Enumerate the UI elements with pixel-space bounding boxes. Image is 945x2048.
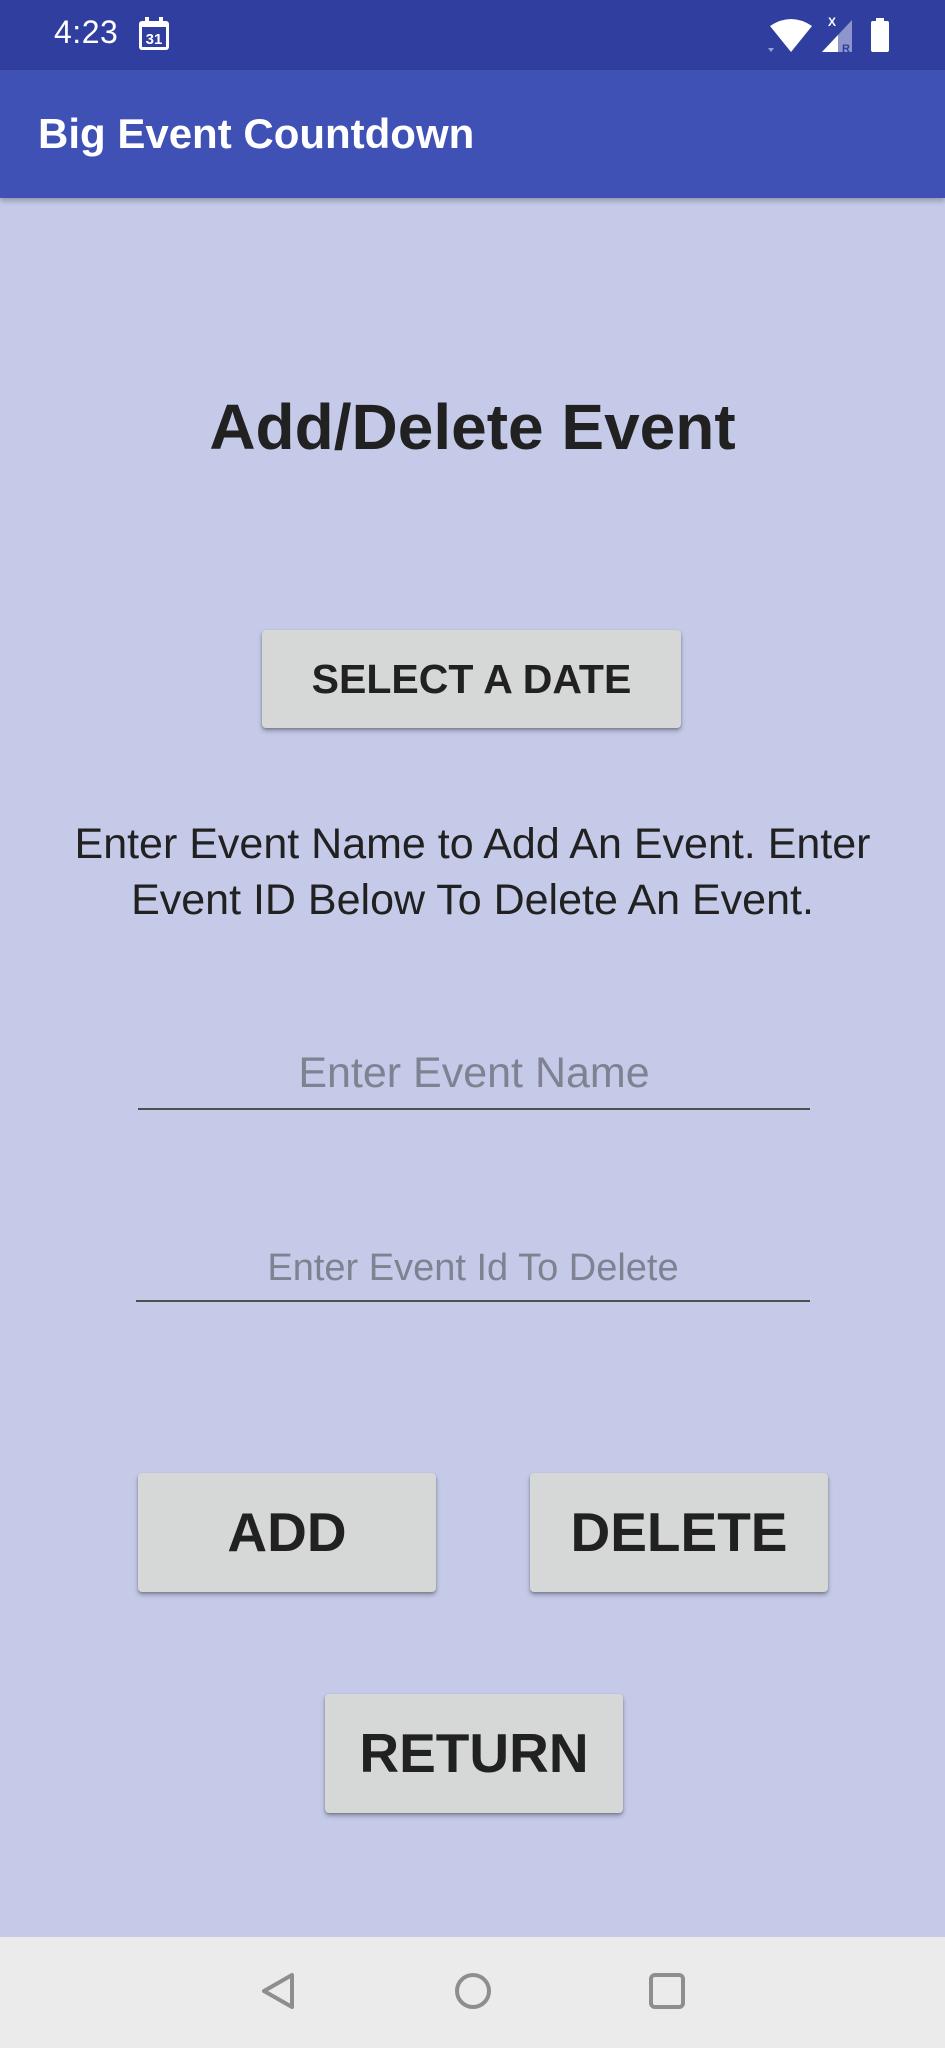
navigation-bar: [0, 1937, 945, 2048]
calendar-day: 31: [146, 31, 163, 48]
app-bar: Big Event Countdown: [0, 70, 945, 198]
status-time: 4:23: [54, 14, 119, 50]
return-button[interactable]: RETURN: [325, 1694, 623, 1813]
signal-badge-x: X: [828, 15, 836, 29]
back-icon[interactable]: [250, 1961, 310, 2021]
calendar-icon: 31: [139, 17, 169, 50]
wifi-icon: [768, 19, 812, 52]
signal-badge-r: R: [842, 43, 850, 54]
signal-icon: X R: [822, 15, 852, 54]
battery-icon: [871, 18, 889, 52]
add-button[interactable]: ADD: [138, 1473, 436, 1592]
recents-icon[interactable]: [637, 1961, 697, 2021]
app-title: Big Event Countdown: [38, 110, 475, 157]
page-title: Add/Delete Event: [209, 391, 736, 463]
select-date-button[interactable]: SELECT A DATE: [262, 630, 681, 728]
event-id-field[interactable]: [136, 1236, 810, 1302]
delete-button[interactable]: DELETE: [530, 1473, 828, 1592]
instructions-text: Enter Event Name to Add An Event. Enter …: [74, 820, 871, 924]
home-icon[interactable]: [443, 1961, 503, 2021]
event-name-field[interactable]: [138, 1038, 810, 1110]
status-bar: 4:23 31 X R: [0, 0, 945, 70]
